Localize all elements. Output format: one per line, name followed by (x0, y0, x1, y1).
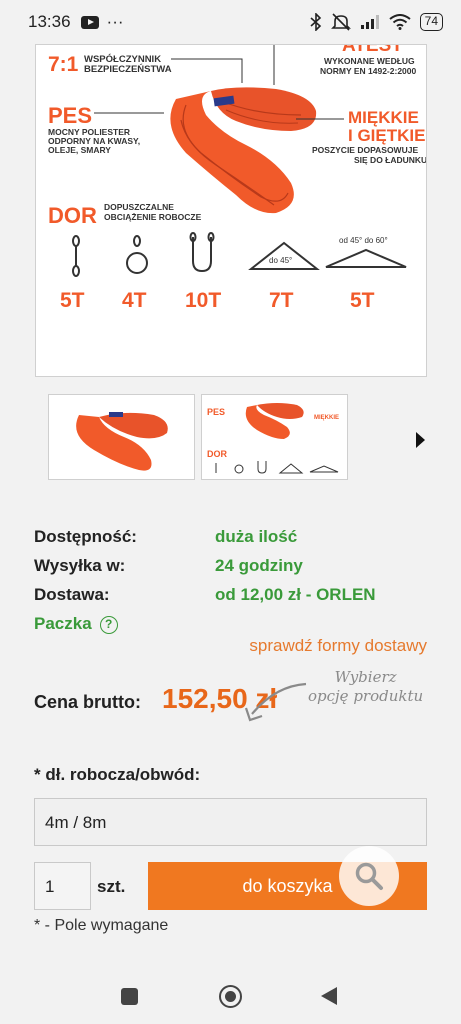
battery-icon: 74 (419, 13, 443, 31)
option-label: * dł. robocza/obwód: (34, 765, 201, 784)
product-main-image[interactable]: 7:1 WSPÓŁCZYNNIK BEZPIECZEŃSTWA ATEST WY… (35, 44, 427, 377)
mute-icon (330, 13, 351, 31)
load-value-4: 7T (269, 289, 294, 312)
recent-apps-button[interactable] (121, 988, 138, 1005)
price-label: Cena brutto: (34, 692, 141, 712)
check-delivery-link[interactable]: sprawdź formy dostawy (249, 636, 427, 656)
delivery-label: Dostawa: (34, 585, 110, 604)
dor-title: DOR (48, 203, 97, 228)
search-icon (355, 862, 383, 890)
back-button[interactable] (321, 987, 337, 1005)
load-value-1: 5T (60, 289, 85, 312)
thumbnail-2[interactable]: PES DOR MIĘKKIE (201, 394, 348, 480)
option-select[interactable]: 4m / 8m (34, 798, 427, 846)
more-notifications: ··· (106, 12, 124, 31)
quantity-unit: szt. (97, 877, 126, 896)
availability-value: duża ilość (215, 527, 298, 546)
cert-text-1: WYKONANE WEDŁUG (324, 56, 415, 66)
pes-title: PES (48, 103, 92, 128)
svg-text:PES: PES (207, 407, 225, 417)
svg-text:DOR: DOR (207, 449, 228, 459)
delivery-value-2-row: Paczka? (34, 614, 118, 634)
home-button[interactable] (219, 985, 242, 1008)
hint-arrow-icon (244, 682, 307, 722)
soft-text-2: SIĘ DO ŁADUNKU (354, 155, 427, 165)
delivery-value: od 12,00 zł - ORLEN (215, 585, 376, 604)
availability-label: Dostępność: (34, 527, 137, 546)
delivery-value-2: Paczka (34, 614, 92, 633)
angle-45-label: do 45° (269, 256, 292, 265)
angle-range-label: od 45° do 60° (339, 236, 388, 245)
status-bar: 13:36 ··· 74 (0, 0, 461, 44)
pes-text-3: OLEJE, SMARY (48, 145, 111, 155)
load-value-2: 4T (122, 289, 147, 312)
soft-text-1: POSZYCIE DOPASOWUJE (312, 145, 418, 155)
svg-text:MIĘKKIE: MIĘKKIE (314, 415, 339, 421)
help-icon[interactable]: ? (99, 616, 118, 634)
round-sling-image (170, 87, 317, 214)
choose-option-hint: Wybierz opcję produktu (308, 668, 424, 705)
thumbnail-next-arrow[interactable] (416, 432, 425, 448)
dor-text-1: DOPUSZCZALNE (104, 202, 174, 212)
dor-text-2: OBCIĄŻENIE ROBOCZE (104, 212, 202, 222)
youtube-icon (80, 15, 99, 29)
signal-icon (360, 15, 379, 29)
soft-title-2: I GIĘTKIE (348, 126, 425, 145)
quantity-input[interactable]: 1 (34, 862, 91, 910)
wifi-icon (389, 14, 411, 30)
status-time: 13:36 (28, 12, 71, 31)
required-note: * - Pole wymagane (34, 917, 169, 934)
search-button[interactable] (339, 846, 399, 906)
safety-ratio: 7:1 (48, 53, 79, 76)
safety-text-2: BEZPIECZEŃSTWA (84, 64, 172, 75)
load-value-3: 10T (185, 289, 221, 312)
shipping-label: Wysyłka w: (34, 556, 126, 575)
thumbnail-strip: PES DOR MIĘKKIE (48, 394, 448, 480)
shipping-value: 24 godziny (215, 556, 303, 575)
thumbnail-1[interactable] (48, 394, 195, 480)
cert-text-2: NORMY EN 1492-2:2000 (320, 66, 416, 76)
load-value-5: 5T (350, 289, 375, 312)
cert-title: ATEST (342, 45, 403, 56)
soft-title-1: MIĘKKIE (348, 108, 419, 127)
bluetooth-icon (310, 13, 321, 31)
